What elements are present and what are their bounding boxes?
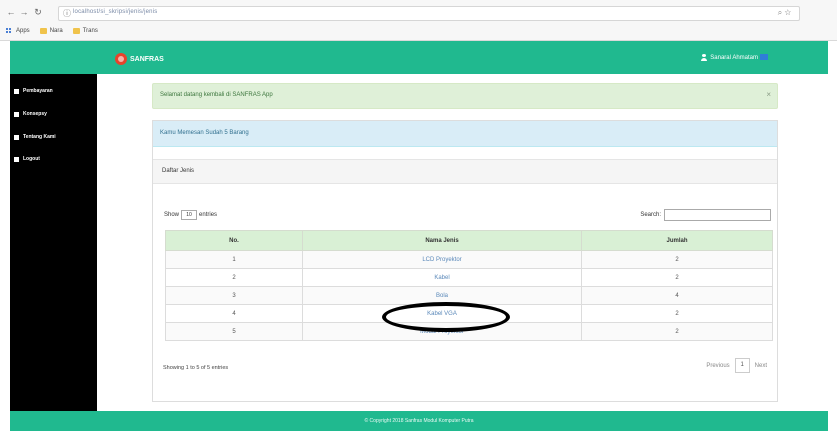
- panel-heading: Kamu Memesan Sudah 5 Barang: [153, 121, 777, 147]
- search-label: Search:: [640, 212, 661, 218]
- sidebar-item-label: Logout: [23, 156, 40, 162]
- sidebar-item-label: Konsepsy: [23, 111, 47, 117]
- cell-jumlah: 2: [581, 322, 773, 341]
- sidebar-item-label: Tentang Kami: [23, 134, 56, 140]
- power-icon: [14, 156, 19, 162]
- sidebar-item-konsepsy[interactable]: Konsepsy: [14, 111, 47, 117]
- apps-icon: [6, 27, 13, 35]
- cell-jumlah: 2: [581, 304, 773, 323]
- zoom-icon[interactable]: ⌕ ☆: [778, 8, 791, 18]
- sidebar: Pembayaran Konsepsy Tentang Kami Logout: [10, 74, 97, 411]
- cell-no: 3: [165, 286, 303, 305]
- sidebar-item-pembayaran[interactable]: Pembayaran: [14, 88, 53, 94]
- url-text: localhost/si_skripsi/jenis/jenis: [73, 9, 158, 15]
- user-menu[interactable]: Sanaral Ahmatam: [701, 54, 758, 61]
- copyright-text: © Copyright 2018 Sanfras Modul Komputer …: [364, 418, 474, 424]
- brand-name: SANFRAS: [130, 55, 164, 63]
- info-icon: [14, 134, 19, 140]
- app-header: SANFRAS Sanaral Ahmatam: [10, 41, 828, 74]
- sidebar-item-tentang-kami[interactable]: Tentang Kami: [14, 134, 56, 140]
- cell-no: 1: [165, 250, 303, 269]
- cart-icon: [14, 88, 19, 94]
- table-row: 2 Kabel 2: [165, 268, 773, 287]
- address-bar[interactable]: ⓘ localhost/si_skripsi/jenis/jenis ⌕ ☆: [58, 6, 800, 21]
- column-header-no[interactable]: No.: [165, 230, 303, 251]
- panel-subheading-text: Daftar Jenis: [162, 168, 195, 174]
- bookmark-nara[interactable]: Nara: [39, 28, 63, 34]
- table-header-row: No. Nama Jenis Jumlah: [165, 230, 773, 251]
- next-button[interactable]: Next: [755, 363, 767, 369]
- bookmarks-bar: Apps Nara Trans: [6, 26, 98, 36]
- folder-icon: [72, 28, 80, 34]
- alert-text: Selamat datang kembali di SANFRAS App: [160, 92, 273, 98]
- panel-heading-text: Kamu Memesan Sudah 5 Barang: [160, 130, 249, 136]
- entries-label: entries: [199, 212, 218, 218]
- cell-jumlah: 2: [581, 268, 773, 287]
- heart-icon: [14, 111, 19, 117]
- back-icon[interactable]: ←: [6, 7, 16, 17]
- highlight-ellipse: [382, 302, 510, 332]
- cell-nama-jenis-link[interactable]: Kabel: [302, 268, 582, 287]
- sidebar-item-logout[interactable]: Logout: [14, 156, 40, 162]
- column-header-nama-jenis[interactable]: Nama Jenis: [302, 230, 582, 251]
- success-alert: Selamat datang kembali di SANFRAS App ×: [152, 83, 778, 109]
- cell-no: 4: [165, 304, 303, 323]
- table-row: 1 LCD Proyektor 2: [165, 250, 773, 269]
- menu-toggle-button[interactable]: [760, 54, 768, 60]
- page-button-current[interactable]: 1: [734, 358, 750, 373]
- page-footer: © Copyright 2018 Sanfras Modul Komputer …: [10, 411, 828, 431]
- entries-select[interactable]: 10: [181, 210, 198, 220]
- jenis-panel: Kamu Memesan Sudah 5 Barang Daftar Jenis…: [152, 120, 778, 402]
- previous-button[interactable]: Previous: [706, 363, 729, 369]
- bookmark-trans[interactable]: Trans: [72, 28, 98, 34]
- column-header-jumlah[interactable]: Jumlah: [581, 230, 773, 251]
- search-wrap: Search:: [640, 209, 771, 221]
- cell-jumlah: 2: [581, 250, 773, 269]
- folder-icon: [39, 28, 47, 34]
- reload-icon[interactable]: ↻: [33, 7, 43, 17]
- cell-no: 2: [165, 268, 303, 287]
- show-entries: Show 10 entries: [164, 210, 217, 220]
- cell-jumlah: 4: [581, 286, 773, 305]
- show-label: Show: [164, 212, 180, 218]
- close-icon[interactable]: ×: [766, 90, 771, 99]
- bookmark-apps[interactable]: Apps: [6, 27, 30, 35]
- brand-logo-icon: [115, 53, 127, 65]
- pagination: Previous 1 Next: [706, 358, 767, 373]
- table-row: 3 Bola 4: [165, 286, 773, 305]
- sidebar-item-label: Pembayaran: [23, 88, 53, 94]
- browser-chrome: ← → ↻ ⓘ localhost/si_skripsi/jenis/jenis…: [0, 0, 837, 41]
- info-icon: ⓘ: [63, 9, 71, 18]
- user-name: Sanaral Ahmatam: [710, 54, 758, 61]
- panel-subheading: Daftar Jenis: [153, 159, 777, 184]
- user-icon: [701, 54, 708, 61]
- search-input[interactable]: [664, 209, 771, 221]
- forward-icon[interactable]: →: [19, 7, 29, 17]
- cell-no: 5: [165, 322, 303, 341]
- brand-logo-link[interactable]: SANFRAS: [115, 53, 164, 65]
- cell-nama-jenis-link[interactable]: LCD Proyektor: [302, 250, 582, 269]
- entries-info: Showing 1 to 5 of 5 entries: [163, 365, 229, 371]
